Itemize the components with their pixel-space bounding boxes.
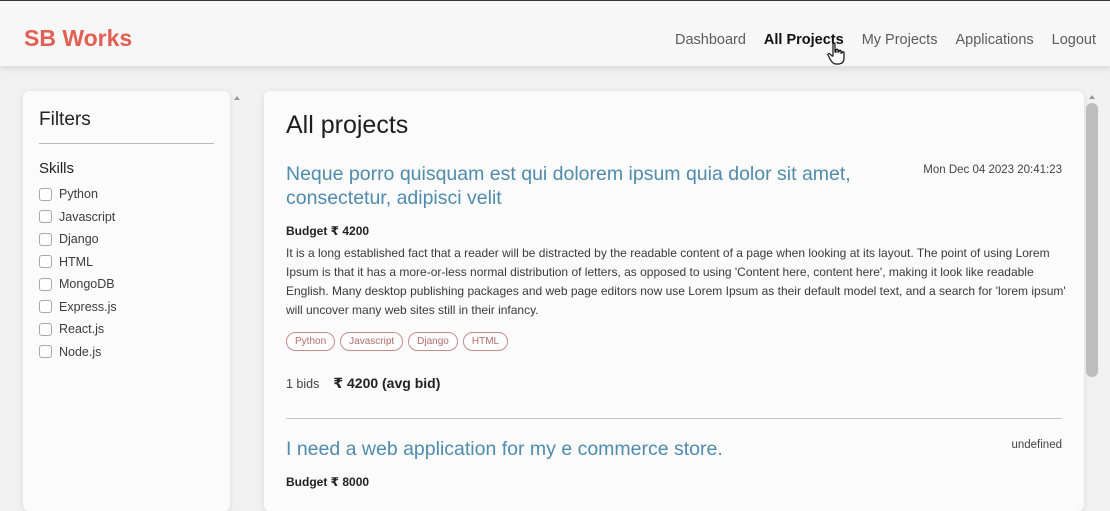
skill-tag: Django [408, 332, 458, 351]
skill-filter-javascript[interactable]: Javascript [39, 206, 214, 229]
skill-label: Python [59, 187, 98, 202]
project-card[interactable]: I need a web application for my e commer… [286, 437, 1062, 489]
filters-divider [39, 143, 214, 144]
page-title: All projects [286, 111, 409, 139]
skill-checkbox[interactable] [39, 345, 52, 359]
skill-filter-html[interactable]: HTML [39, 251, 214, 274]
project-budget: Budget ₹ 8000 [286, 475, 370, 489]
nav-my-projects[interactable]: My Projects [862, 32, 938, 48]
scroll-up-arrow-icon[interactable] [233, 94, 241, 102]
skill-checkbox[interactable] [39, 300, 52, 314]
skill-checkbox[interactable] [39, 277, 52, 291]
skill-tag: Javascript [340, 332, 404, 351]
skill-label: Javascript [59, 209, 116, 224]
skill-filter-expressjs[interactable]: Express.js [39, 296, 214, 319]
skill-label: Django [59, 232, 99, 247]
skill-filter-python[interactable]: Python [39, 183, 214, 206]
scroll-up-arrow-icon[interactable] [1088, 93, 1096, 101]
skill-label: React.js [59, 322, 105, 337]
skill-label: Express.js [59, 299, 117, 314]
skill-filter-reactjs[interactable]: React.js [39, 318, 214, 341]
skill-filter-django[interactable]: Django [39, 228, 214, 251]
skill-tags: Python Javascript Django HTML [286, 332, 1062, 351]
filters-panel: Filters Skills Python Javascript Django … [23, 91, 230, 511]
skill-checkbox[interactable] [39, 322, 52, 336]
project-title[interactable]: Neque porro quisquam est qui dolorem ips… [286, 162, 876, 210]
project-card[interactable]: Neque porro quisquam est qui dolorem ips… [286, 162, 1066, 392]
project-title[interactable]: I need a web application for my e commer… [286, 437, 876, 461]
avg-bid: ₹ 4200 (avg bid) [333, 375, 441, 391]
nav-applications[interactable]: Applications [955, 32, 1033, 48]
nav-logout[interactable]: Logout [1052, 32, 1096, 48]
filters-title: Filters [39, 109, 91, 130]
skill-label: MongoDB [59, 277, 115, 292]
skill-label: HTML [59, 254, 94, 269]
project-divider [286, 418, 1062, 419]
projects-panel: All projects Neque porro quisquam est qu… [264, 91, 1084, 511]
brand-logo[interactable]: SB Works [24, 25, 132, 52]
project-date: Mon Dec 04 2023 20:41:23 [923, 164, 1062, 176]
skill-checkbox[interactable] [39, 232, 52, 246]
project-date: undefined [1011, 439, 1062, 451]
bids-row: 1 bids ₹ 4200 (avg bid) [286, 375, 1062, 392]
project-budget: Budget ₹ 4200 [286, 224, 370, 238]
bids-count: 1 bids [286, 377, 320, 391]
hand-pointer-icon [827, 42, 845, 65]
skills-heading: Skills [39, 160, 75, 177]
skill-tag: HTML [462, 332, 509, 351]
main-nav: Dashboard All Projects My Projects Appli… [675, 32, 1096, 48]
top-navbar: SB Works Dashboard All Projects My Proje… [0, 0, 1110, 66]
skill-checkbox[interactable] [39, 255, 52, 269]
projects-scrollbar-thumb[interactable] [1086, 103, 1098, 377]
nav-dashboard[interactable]: Dashboard [675, 32, 746, 48]
project-description: It is a long established fact that a rea… [286, 246, 1066, 317]
skill-checkbox[interactable] [39, 210, 52, 224]
skill-label: Node.js [59, 344, 102, 359]
skill-filter-mongodb[interactable]: MongoDB [39, 273, 214, 296]
skill-filter-nodejs[interactable]: Node.js [39, 341, 214, 364]
skill-checkbox[interactable] [39, 187, 52, 201]
skill-tag: Python [286, 332, 336, 351]
